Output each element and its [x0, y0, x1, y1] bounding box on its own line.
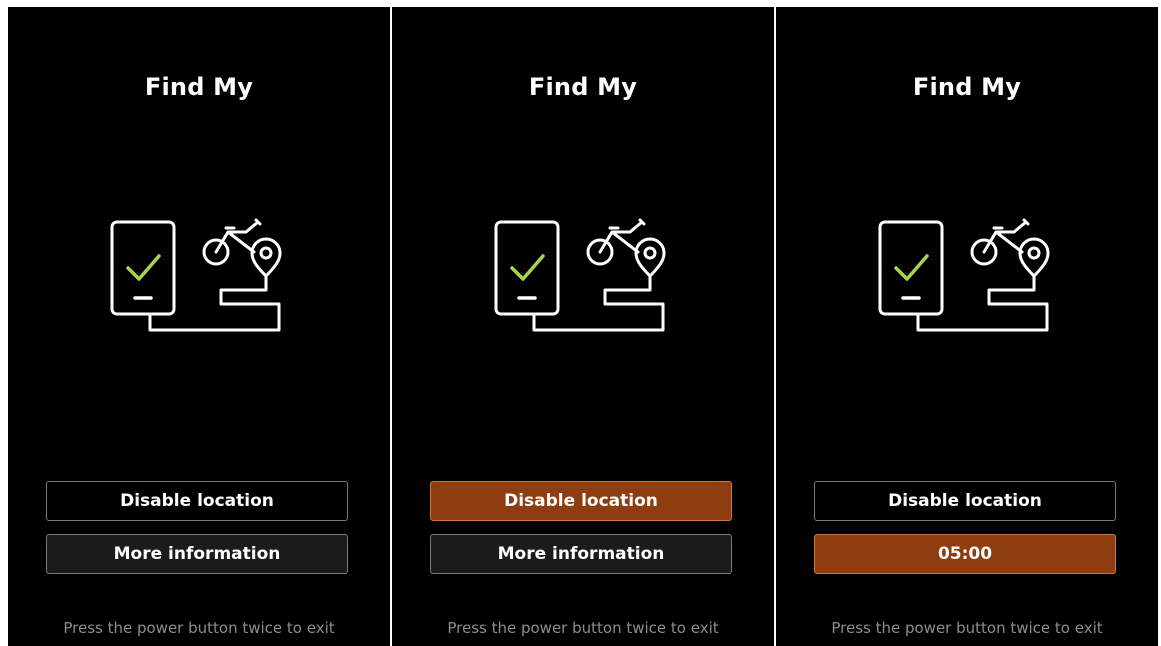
page-title: Find My — [528, 73, 638, 101]
location-pin-icon — [250, 237, 282, 278]
location-pin-icon — [634, 237, 666, 278]
find-my-illustration — [878, 218, 1050, 332]
more-information-button[interactable]: More information — [46, 534, 348, 574]
more-information-button[interactable]: More information — [430, 534, 732, 574]
cable-icon — [148, 274, 281, 332]
check-icon — [510, 254, 545, 281]
phone-icon — [878, 220, 944, 316]
cable-icon — [532, 274, 665, 332]
screens-row: Find My Disable location More informatio… — [8, 7, 1158, 646]
find-my-illustration — [494, 218, 666, 332]
disable-location-button[interactable]: Disable location — [46, 481, 348, 521]
disable-location-button[interactable]: Disable location — [814, 481, 1116, 521]
check-icon — [126, 254, 161, 281]
exit-hint: Press the power button twice to exit — [63, 619, 335, 637]
cable-icon — [916, 274, 1049, 332]
phone-icon — [110, 220, 176, 316]
page-title: Find My — [912, 73, 1022, 101]
find-my-illustration — [110, 218, 282, 332]
countdown-timer-button[interactable]: 05:00 — [814, 534, 1116, 574]
find-my-screen-timer: Find My Disable location 05:00 Press the… — [776, 7, 1158, 646]
page-title: Find My — [144, 73, 254, 101]
phone-icon — [494, 220, 560, 316]
check-icon — [894, 254, 929, 281]
find-my-screen-disable-selected: Find My Disable location More informatio… — [392, 7, 774, 646]
exit-hint: Press the power button twice to exit — [831, 619, 1103, 637]
disable-location-button[interactable]: Disable location — [430, 481, 732, 521]
find-my-screen-default: Find My Disable location More informatio… — [8, 7, 390, 646]
exit-hint: Press the power button twice to exit — [447, 619, 719, 637]
location-pin-icon — [1018, 237, 1050, 278]
